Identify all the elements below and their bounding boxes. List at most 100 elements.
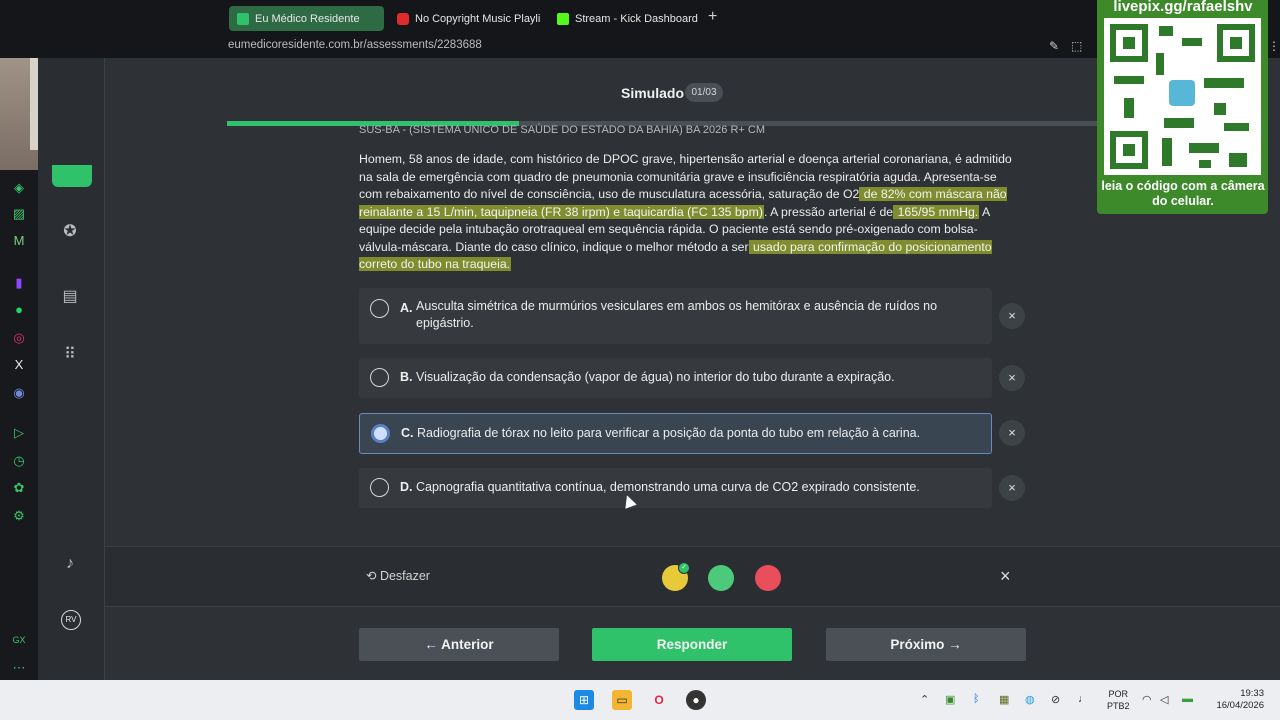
eumedico-favicon-icon: [237, 12, 249, 25]
close-toolbar-button[interactable]: ×: [1000, 566, 1011, 587]
file-explorer-icon[interactable]: ▭: [612, 690, 632, 710]
more-icon[interactable]: ⋯: [11, 660, 27, 676]
bluetooth-icon[interactable]: ᛒ: [973, 693, 980, 705]
nvidia-icon[interactable]: ▣: [945, 693, 955, 706]
lang-layout-label: PTB2: [1107, 701, 1130, 711]
tab-label: No Copyright Music Playlis: [415, 12, 541, 25]
next-button[interactable]: Próximo →: [826, 628, 1026, 661]
highlighted-text: 165/95 mmHg.: [893, 204, 980, 219]
clock[interactable]: 19:33 16/04/2026: [1206, 688, 1264, 712]
strike-option-d-button[interactable]: ×: [999, 475, 1025, 501]
browser-tab-kick[interactable]: Stream - Kick Dashboard: [549, 6, 699, 31]
option-a[interactable]: A. Ausculta simétrica de murmúrios vesic…: [359, 288, 992, 344]
keyboard-language[interactable]: POR PTB2: [1107, 688, 1130, 712]
wifi-icon[interactable]: ◠: [1142, 693, 1152, 706]
radio-button-selected[interactable]: [371, 424, 390, 443]
extensions-icon[interactable]: ✿: [11, 480, 27, 496]
app-m-icon[interactable]: M: [11, 233, 27, 249]
strike-option-b-button[interactable]: ×: [999, 365, 1025, 391]
radio-button[interactable]: [370, 478, 389, 497]
radio-button[interactable]: [370, 368, 389, 387]
pin-icon[interactable]: ✎: [1049, 39, 1059, 53]
obs-icon[interactable]: ●: [686, 690, 706, 710]
url-field[interactable]: eumedicoresidente.com.br/assessments/228…: [228, 39, 482, 51]
aria-icon[interactable]: ◈: [11, 180, 27, 196]
battery-icon[interactable]: ▬: [1182, 693, 1193, 705]
browser-tab-eumedico[interactable]: Eu Médico Residente: [229, 6, 384, 31]
qr-finder: [1110, 24, 1148, 62]
radio-button[interactable]: [370, 299, 389, 318]
bell-icon[interactable]: ♪: [60, 554, 80, 574]
strike-option-a-button[interactable]: ×: [999, 303, 1025, 329]
previous-button[interactable]: ← Anterior: [359, 628, 559, 661]
answer-button[interactable]: Responder: [592, 628, 792, 661]
instagram-icon[interactable]: ◎: [11, 330, 27, 346]
browser-tab-youtube[interactable]: No Copyright Music Playlis: [389, 6, 541, 31]
qr-module: [1182, 38, 1202, 46]
option-text: Radiografia de tórax no leito para verif…: [417, 426, 921, 440]
clipboard-icon[interactable]: ▤: [60, 287, 80, 307]
tab-label: Stream - Kick Dashboard: [575, 12, 698, 25]
tab-label: Eu Médico Residente: [255, 12, 360, 25]
strike-option-c-button[interactable]: ×: [999, 420, 1025, 446]
start-windows-icon[interactable]: ⊞: [574, 690, 594, 710]
qr-module: [1162, 138, 1172, 166]
annotation-toolbar: [105, 546, 1280, 607]
qr-module: [1164, 118, 1194, 128]
settings-gear-icon[interactable]: ⚙: [11, 508, 27, 524]
qr-module: [1124, 98, 1134, 118]
qr-module: [1204, 78, 1244, 88]
microphone-icon[interactable]: ♩: [1078, 693, 1089, 705]
edge-tray-icon[interactable]: ◍: [1025, 693, 1035, 706]
qr-module: [1229, 153, 1247, 167]
qr-title: livepix.gg/rafaelshv: [1113, 0, 1253, 15]
qr-finder: [1110, 131, 1148, 169]
player-icon[interactable]: ▷: [11, 425, 27, 441]
volume-icon[interactable]: ◁: [1160, 693, 1168, 706]
lang-label: POR: [1108, 689, 1129, 699]
browser-tab-bar: Eu Médico Residente No Copyright Music P…: [0, 0, 1280, 36]
option-text: Visualização da condensação (vapor de ág…: [416, 370, 895, 384]
workspaces-icon[interactable]: ▨: [11, 206, 27, 222]
menu-icon[interactable]: ⋮: [1268, 39, 1280, 53]
snapshot-icon[interactable]: ⬚: [1071, 39, 1082, 53]
twitch-icon[interactable]: ▮: [11, 275, 27, 291]
option-letter: D.: [400, 480, 413, 494]
network-off-icon[interactable]: ⊘: [1051, 693, 1060, 706]
qr-module: [1214, 103, 1226, 115]
option-text: Ausculta simétrica de murmúrios vesicula…: [416, 299, 938, 330]
highlight-red-button[interactable]: [755, 565, 781, 591]
option-letter: B.: [400, 370, 413, 384]
new-tab-button[interactable]: +: [708, 8, 717, 26]
page-title: Simulado: [621, 85, 685, 101]
nav-active-home[interactable]: [52, 165, 92, 187]
x-icon[interactable]: X: [11, 357, 27, 373]
kick-favicon-icon: [557, 12, 569, 25]
date-label: 16/04/2026: [1216, 700, 1264, 711]
app-nav-sidebar: [38, 58, 105, 680]
option-letter: C.: [401, 426, 414, 440]
opera-gx-icon[interactable]: O: [649, 690, 669, 710]
tray-chevron-icon[interactable]: ⌃: [920, 693, 929, 706]
option-c[interactable]: C. Radiografia de tórax no leito para ve…: [359, 413, 992, 454]
option-text: Capnografia quantitativa contínua, demon…: [416, 480, 920, 494]
option-d[interactable]: D. Capnografia quantitativa contínua, de…: [359, 468, 992, 508]
compass-icon[interactable]: ✪: [60, 222, 80, 242]
app-tray-icon[interactable]: ▦: [999, 693, 1009, 706]
qr-caption: leia o código com a câmera do celular.: [1101, 179, 1265, 208]
qr-finder: [1217, 24, 1255, 62]
undo-icon: ⟲: [366, 569, 380, 583]
whatsapp-icon[interactable]: ●: [11, 302, 27, 318]
option-b[interactable]: B. Visualização da condensação (vapor de…: [359, 358, 992, 398]
youtube-favicon-icon: [397, 12, 409, 25]
question-source: SUS-BA - (SISTEMA ÚNICO DE SAÚDE DO ESTA…: [359, 124, 765, 136]
history-icon[interactable]: ◷: [11, 453, 27, 469]
undo-button[interactable]: ⟲ Desfazer: [366, 568, 430, 583]
highlight-green-button[interactable]: [708, 565, 734, 591]
avatar[interactable]: RV: [61, 610, 81, 630]
apps-grid-icon[interactable]: ⠿: [60, 345, 80, 365]
qr-module: [1199, 160, 1211, 168]
qr-center-logo: [1169, 80, 1195, 106]
discord-icon[interactable]: ◉: [11, 385, 27, 401]
question-text[interactable]: Homem, 58 anos de idade, com histórico d…: [359, 151, 1019, 274]
